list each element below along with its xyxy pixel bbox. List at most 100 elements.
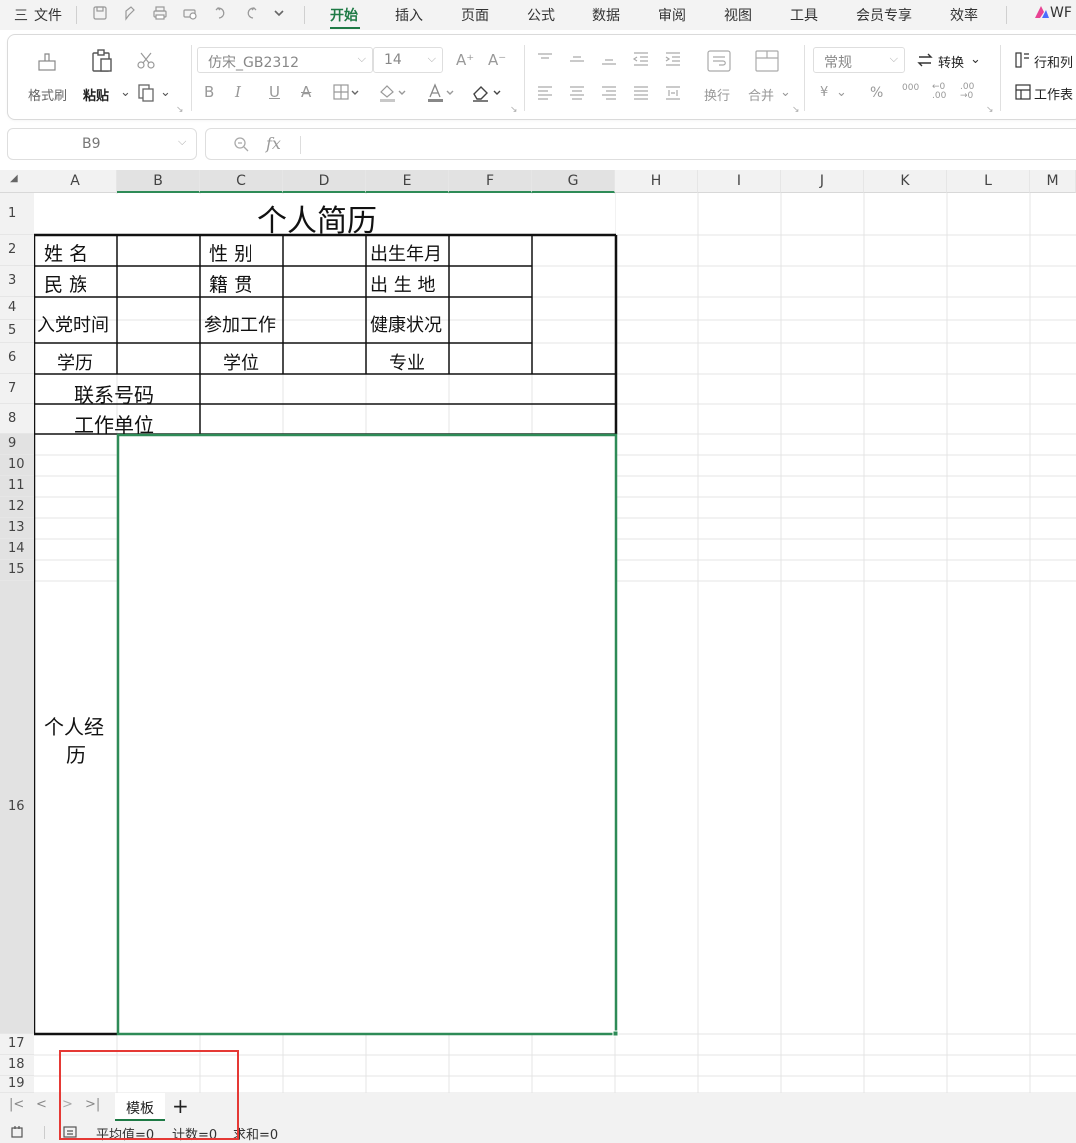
increase-decimal-button[interactable]: ←0 .00 [932,83,950,101]
wrap-text-label[interactable]: 换行 [704,85,730,104]
clear-format-icon[interactable] [470,83,504,107]
currency-button[interactable]: ¥ [820,85,828,100]
thousands-separator-button[interactable]: 000 [902,83,919,93]
status-sum[interactable]: 求和=0 [233,1124,278,1143]
row-header-17[interactable]: 17 [0,1034,34,1055]
column-header-d[interactable]: D [283,170,366,193]
tab-member[interactable]: 会员专享 [856,5,912,25]
column-header-m[interactable]: M [1030,170,1076,193]
tab-data[interactable]: 数据 [592,5,620,25]
label-experience-line1[interactable]: 个人经 [44,711,104,740]
number-expand-icon[interactable]: ↘ [986,105,994,115]
undo-icon[interactable] [213,5,229,25]
paste-dropdown-chevron-icon[interactable]: ⌄ [120,85,131,100]
label-native-place[interactable]: 籍 贯 [209,270,251,297]
label-health[interactable]: 健康状况 [370,311,442,337]
copy-icon[interactable] [136,83,158,107]
prev-sheet-button[interactable]: < [36,1097,47,1112]
row-header-12[interactable]: 12 [0,497,34,518]
label-major[interactable]: 专业 [389,349,425,375]
column-header-c[interactable]: C [200,170,283,193]
rows-columns-icon[interactable] [1014,51,1030,73]
clipboard-expand-icon[interactable]: ↘ [176,105,184,115]
label-experience-line2[interactable]: 历 [66,739,86,768]
row-header-7[interactable]: 7 [0,374,34,404]
shrink-font-button[interactable]: A⁻ [488,51,506,69]
select-all-corner[interactable]: ◢ [0,170,34,193]
row-header-13[interactable]: 13 [0,518,34,539]
font-size-select[interactable]: 14 ⌵ [373,47,443,73]
label-name[interactable]: 姓 名 [44,239,86,266]
row-header-6[interactable]: 6 [0,343,34,374]
chevron-down-icon[interactable] [272,5,286,25]
row-header-16[interactable]: 16 [0,581,34,1034]
justify-icon[interactable] [632,85,650,105]
percent-button[interactable]: % [870,85,883,101]
align-bottom-icon[interactable] [600,51,618,71]
merge-label[interactable]: 合并 [748,85,774,104]
align-left-icon[interactable] [536,85,554,105]
copy-dropdown-chevron-icon[interactable]: ⌄ [160,85,171,100]
cut-icon[interactable] [136,51,156,75]
row-header-4[interactable]: 4 [0,297,34,320]
hamburger-icon[interactable]: 三 [14,5,28,25]
wrap-text-icon[interactable] [706,49,732,77]
paste-label[interactable]: 粘贴 [83,85,109,104]
paste-icon[interactable] [90,49,116,77]
worksheet-label[interactable]: 工作表 [1034,84,1073,103]
column-header-e[interactable]: E [366,170,449,193]
align-center-icon[interactable] [568,85,586,105]
row-header-3[interactable]: 3 [0,266,34,297]
row-header-15[interactable]: 15 [0,560,34,581]
label-employer[interactable]: 工作单位 [74,409,154,438]
convert-icon[interactable] [916,51,934,73]
row-header-8[interactable]: 8 [0,404,34,434]
decrease-indent-icon[interactable] [632,51,650,71]
tab-review[interactable]: 审阅 [658,5,686,25]
currency-chevron-icon[interactable]: ⌄ [836,85,847,100]
column-header-h[interactable]: H [615,170,698,193]
first-sheet-button[interactable]: |< [9,1097,24,1112]
wps-ai-icon[interactable]: WF [1034,5,1072,21]
tab-formula[interactable]: 公式 [527,5,555,25]
distributed-icon[interactable] [664,85,682,105]
row-header-10[interactable]: 10 [0,455,34,476]
convert-chevron-icon[interactable]: ⌄ [970,52,981,67]
align-right-icon[interactable] [600,85,618,105]
row-header-18[interactable]: 18 [0,1055,34,1076]
name-box[interactable]: B9 ⌵ [7,128,197,160]
zoom-search-icon[interactable] [232,135,250,157]
menu-file[interactable]: 文件 [34,5,62,25]
chevron-down-icon[interactable]: ⌵ [178,135,186,149]
function-icon[interactable]: fx [266,134,281,153]
tab-efficiency[interactable]: 效率 [950,5,978,25]
bold-button[interactable]: B [204,83,214,101]
label-birth-date[interactable]: 出生年月 [370,240,442,266]
format-painter-icon[interactable] [36,51,58,77]
worksheet-icon[interactable] [1014,83,1032,105]
label-phone[interactable]: 联系号码 [74,379,154,408]
row-header-5[interactable]: 5 [0,320,34,343]
resume-title[interactable]: 个人简历 [257,196,377,240]
row-header-11[interactable]: 11 [0,476,34,497]
column-header-i[interactable]: I [698,170,781,193]
export-icon[interactable] [122,5,138,25]
label-birthplace[interactable]: 出 生 地 [370,271,435,297]
column-header-a[interactable]: A [34,170,117,193]
border-icon[interactable] [333,83,361,105]
label-education[interactable]: 学历 [57,349,93,375]
macro-record-icon[interactable] [10,1125,26,1143]
fill-color-icon[interactable] [378,83,408,107]
row-header-2[interactable]: 2 [0,235,34,266]
column-header-k[interactable]: K [864,170,947,193]
column-header-f[interactable]: F [449,170,532,193]
column-header-g[interactable]: G [532,170,615,193]
row-header-19[interactable]: 19 [0,1076,34,1093]
align-middle-icon[interactable] [568,51,586,71]
italic-button[interactable]: I [235,83,241,101]
increase-indent-icon[interactable] [664,51,682,71]
font-color-icon[interactable] [426,83,456,107]
alignment-expand-icon[interactable]: ↘ [792,105,800,115]
tab-tools[interactable]: 工具 [790,5,818,25]
label-degree[interactable]: 学位 [223,349,259,375]
